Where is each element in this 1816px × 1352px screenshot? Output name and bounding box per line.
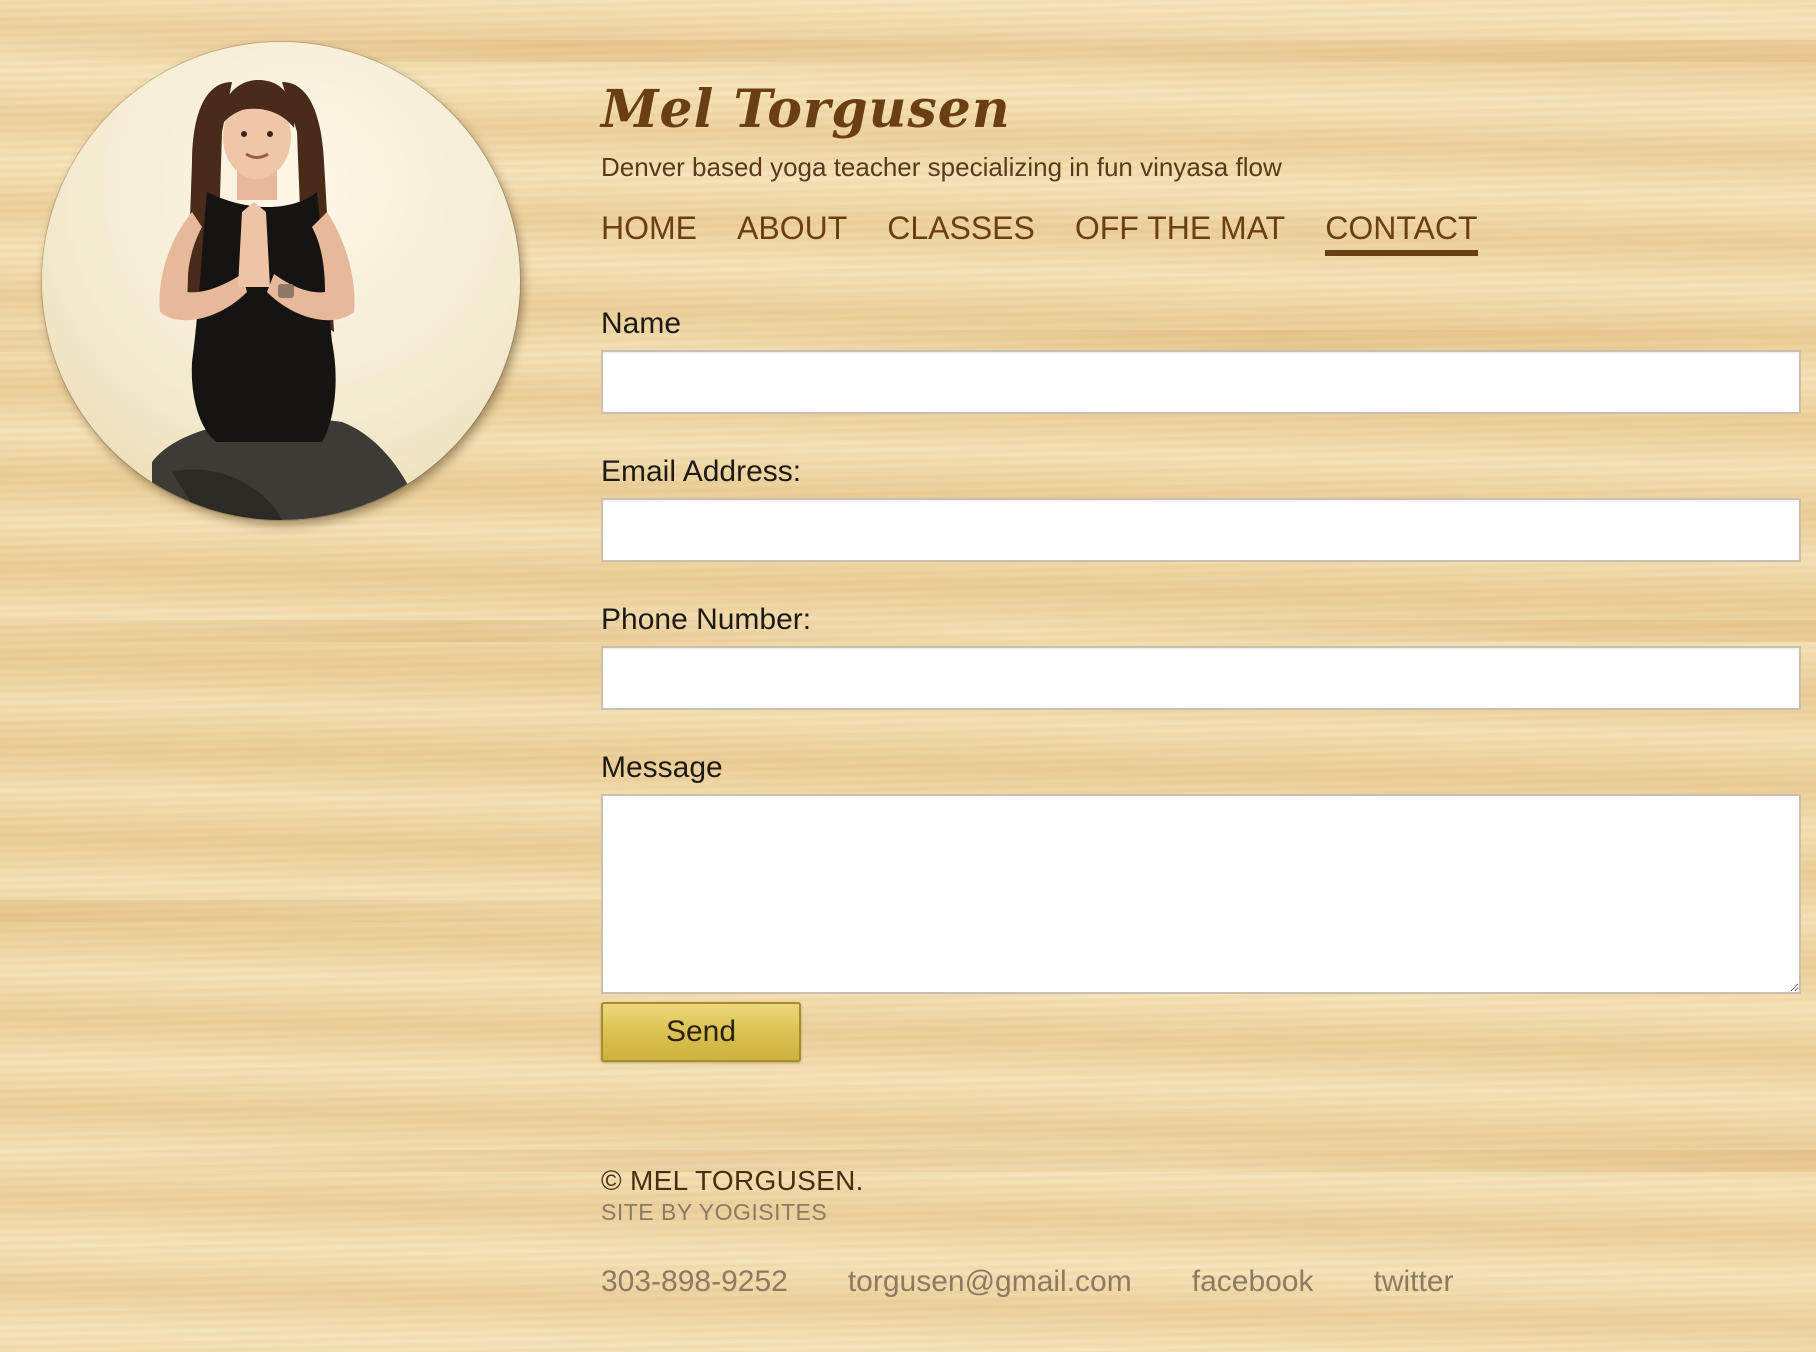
main-nav: HOME ABOUT CLASSES OFF THE MAT CONTACT [601,208,1478,256]
email-field[interactable] [601,498,1801,562]
wood-grain-band [0,1150,1816,1172]
name-label: Name [601,307,682,340]
email-label: Email Address: [601,455,802,488]
site-header: Mel Torgusen Denver based yoga teacher s… [601,68,1781,182]
name-field[interactable] [601,350,1801,414]
email-link[interactable]: torgusen@gmail.com [848,1262,1132,1302]
phone-link[interactable]: 303-898-9252 [601,1262,788,1302]
site-by-link[interactable]: SITE BY YOGISITES [601,1198,864,1226]
facebook-link[interactable]: facebook [1192,1262,1314,1302]
twitter-link[interactable]: twitter [1374,1262,1454,1302]
site-title[interactable]: Mel Torgusen [601,68,1781,152]
copyright-text: © MEL TORGUSEN. [601,1165,864,1196]
footer: © MEL TORGUSEN. SITE BY YOGISITES [601,1164,864,1226]
nav-off-the-mat[interactable]: OFF THE MAT [1075,208,1285,256]
message-field[interactable] [601,794,1801,994]
profile-photo [42,42,520,520]
nav-home[interactable]: HOME [601,208,697,256]
nav-about[interactable]: ABOUT [737,208,847,256]
phone-field[interactable] [601,646,1801,710]
contact-form: Name Email Address: Phone Number: Messag… [601,306,1801,1062]
phone-label: Phone Number: [601,603,812,636]
nav-contact[interactable]: CONTACT [1325,208,1478,256]
nav-classes[interactable]: CLASSES [887,208,1035,256]
message-label: Message [601,751,723,784]
footer-contact-links: 303-898-9252 torgusen@gmail.com facebook… [601,1262,1454,1302]
send-button[interactable]: Send [601,1002,801,1062]
site-tagline: Denver based yoga teacher specializing i… [601,152,1282,182]
